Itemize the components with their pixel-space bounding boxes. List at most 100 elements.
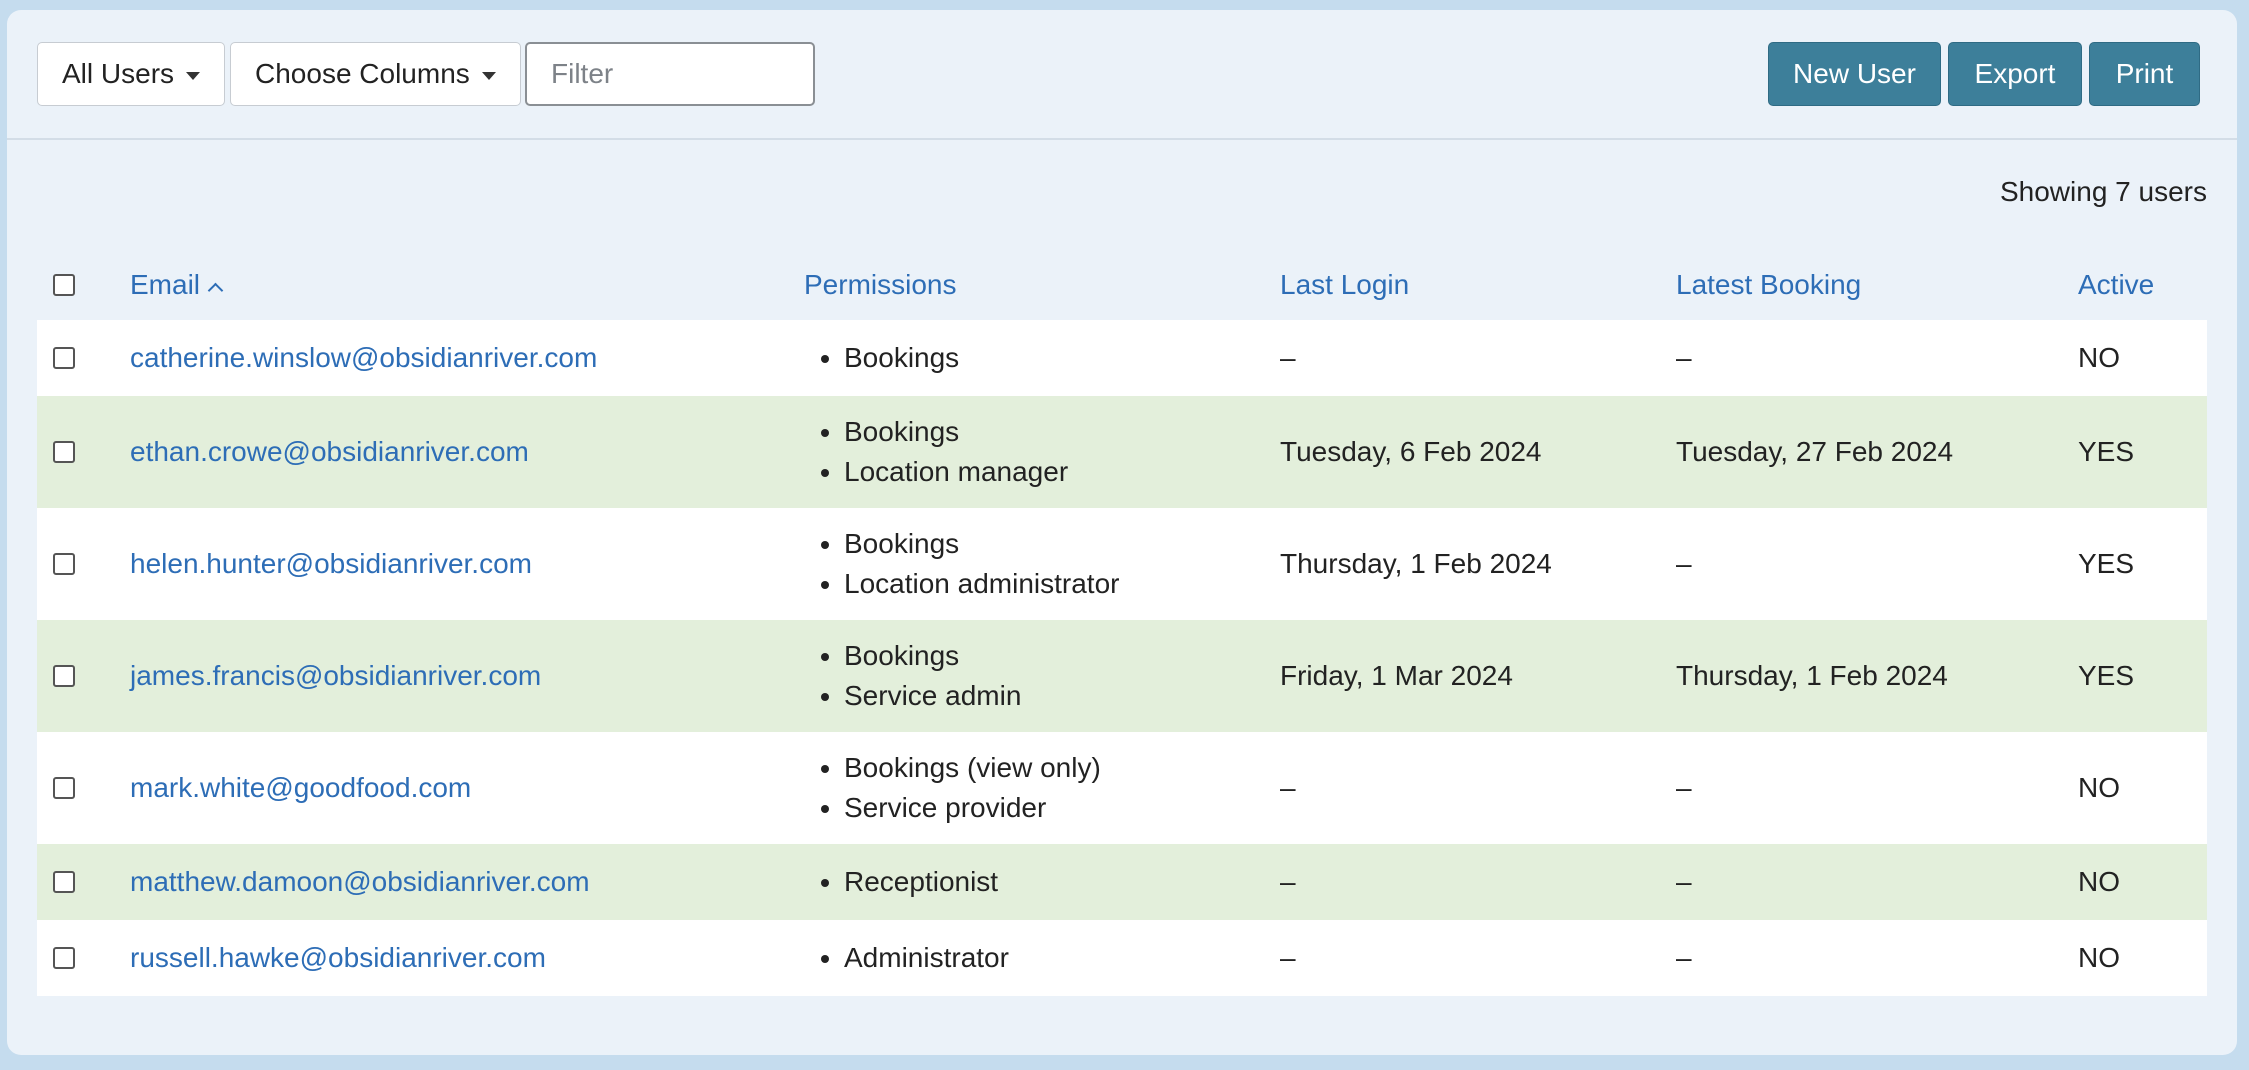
permissions-list: Bookings	[804, 338, 1280, 378]
select-all-checkbox[interactable]	[53, 274, 75, 296]
export-button[interactable]: Export	[1948, 42, 2082, 106]
user-email-link[interactable]: james.francis@obsidianriver.com	[130, 660, 541, 691]
table-row: mark.white@goodfood.com Bookings (view on…	[37, 732, 2207, 844]
permissions-cell: Receptionist	[804, 844, 1280, 920]
permissions-cell: Bookings (view only)Service provider	[804, 732, 1280, 844]
permission-item: Receptionist	[844, 862, 1280, 902]
column-latest-booking[interactable]: Latest Booking	[1676, 250, 2078, 320]
user-email-link[interactable]: catherine.winslow@obsidianriver.com	[130, 342, 597, 373]
caret-down-icon	[186, 72, 201, 80]
user-email-link[interactable]: mark.white@goodfood.com	[130, 772, 471, 803]
permissions-cell: Bookings	[804, 320, 1280, 396]
row-checkbox[interactable]	[53, 441, 75, 463]
users-table-body: catherine.winslow@obsidianriver.com Booki…	[37, 320, 2207, 996]
row-select-cell	[37, 508, 130, 620]
permissions-list: Receptionist	[804, 862, 1280, 902]
permission-item: Bookings	[844, 338, 1280, 378]
email-cell: james.francis@obsidianriver.com	[130, 620, 804, 732]
latest-booking-cell: Thursday, 1 Feb 2024	[1676, 660, 1948, 691]
table-header-row: Email Permissions Last Login Latest Book…	[37, 250, 2207, 320]
row-checkbox[interactable]	[53, 777, 75, 799]
column-email[interactable]: Email	[130, 250, 804, 320]
choose-columns-dropdown[interactable]: Choose Columns	[230, 42, 521, 106]
filter-input[interactable]	[525, 42, 815, 106]
user-email-link[interactable]: ethan.crowe@obsidianriver.com	[130, 436, 529, 467]
permissions-list: Bookings (view only)Service provider	[804, 748, 1280, 828]
table-row: matthew.damoon@obsidianriver.com Receptio…	[37, 844, 2207, 920]
select-all-cell	[37, 250, 130, 320]
email-cell: catherine.winslow@obsidianriver.com	[130, 320, 804, 396]
last-login-cell: Thursday, 1 Feb 2024	[1280, 548, 1552, 579]
active-cell: NO	[2078, 942, 2120, 973]
active-cell: YES	[2078, 548, 2135, 579]
latest-booking-cell: –	[1676, 866, 1692, 897]
last-login-cell: –	[1280, 772, 1296, 803]
row-checkbox[interactable]	[53, 553, 75, 575]
table-row: catherine.winslow@obsidianriver.com Booki…	[37, 320, 2207, 396]
active-cell: NO	[2078, 866, 2120, 897]
row-select-cell	[37, 920, 130, 996]
last-login-cell: Friday, 1 Mar 2024	[1280, 660, 1513, 691]
permissions-cell: BookingsLocation manager	[804, 396, 1280, 508]
caret-down-icon	[481, 72, 496, 80]
last-login-cell: –	[1280, 866, 1296, 897]
user-email-link[interactable]: helen.hunter@obsidianriver.com	[130, 548, 532, 579]
user-email-link[interactable]: russell.hawke@obsidianriver.com	[130, 942, 546, 973]
permissions-cell: BookingsService admin	[804, 620, 1280, 732]
table-row: ethan.crowe@obsidianriver.com BookingsLoc…	[37, 396, 2207, 508]
row-select-cell	[37, 620, 130, 732]
column-last-login[interactable]: Last Login	[1280, 250, 1676, 320]
permission-item: Service admin	[844, 676, 1280, 716]
permission-item: Bookings (view only)	[844, 748, 1280, 788]
permission-item: Bookings	[844, 636, 1280, 676]
active-cell: YES	[2078, 436, 2135, 467]
email-cell: helen.hunter@obsidianriver.com	[130, 508, 804, 620]
email-cell: russell.hawke@obsidianriver.com	[130, 920, 804, 996]
row-checkbox[interactable]	[53, 947, 75, 969]
permissions-cell: BookingsLocation administrator	[804, 508, 1280, 620]
permission-item: Bookings	[844, 524, 1280, 564]
active-cell: NO	[2078, 342, 2120, 373]
column-permissions[interactable]: Permissions	[804, 250, 1280, 320]
all-users-dropdown[interactable]: All Users	[37, 42, 226, 106]
toolbar: All Users Choose Columns New User Export…	[7, 10, 2237, 140]
user-count: Showing 7 users	[1999, 176, 2207, 207]
latest-booking-cell: –	[1676, 342, 1692, 373]
column-email-label: Email	[130, 269, 201, 300]
permission-item: Location manager	[844, 452, 1280, 492]
new-user-button[interactable]: New User	[1768, 42, 1941, 106]
row-select-cell	[37, 732, 130, 844]
all-users-label: All Users	[62, 58, 175, 89]
table-row: russell.hawke@obsidianriver.com Administr…	[37, 920, 2207, 996]
latest-booking-cell: Tuesday, 27 Feb 2024	[1676, 436, 1954, 467]
permission-item: Service provider	[844, 788, 1280, 828]
last-login-cell: Tuesday, 6 Feb 2024	[1280, 436, 1542, 467]
row-select-cell	[37, 844, 130, 920]
table-row: helen.hunter@obsidianriver.com BookingsLo…	[37, 508, 2207, 620]
row-checkbox[interactable]	[53, 347, 75, 369]
last-login-cell: –	[1280, 942, 1296, 973]
permissions-list: BookingsLocation manager	[804, 412, 1280, 492]
permission-item: Bookings	[844, 412, 1280, 452]
permissions-list: BookingsService admin	[804, 636, 1280, 716]
email-cell: matthew.damoon@obsidianriver.com	[130, 844, 804, 920]
permissions-list: BookingsLocation administrator	[804, 524, 1280, 604]
user-email-link[interactable]: matthew.damoon@obsidianriver.com	[130, 866, 590, 897]
row-checkbox[interactable]	[53, 871, 75, 893]
latest-booking-cell: –	[1676, 772, 1692, 803]
column-active[interactable]: Active	[2078, 250, 2207, 320]
last-login-cell: –	[1280, 342, 1296, 373]
print-button[interactable]: Print	[2089, 42, 2200, 106]
permission-item: Location administrator	[844, 564, 1280, 604]
permissions-cell: Administrator	[804, 920, 1280, 996]
users-table: Email Permissions Last Login Latest Book…	[37, 250, 2207, 996]
sort-ascending-icon	[207, 282, 224, 299]
email-cell: ethan.crowe@obsidianriver.com	[130, 396, 804, 508]
users-panel: All Users Choose Columns New User Export…	[7, 10, 2237, 1055]
choose-columns-label: Choose Columns	[255, 58, 470, 89]
latest-booking-cell: –	[1676, 942, 1692, 973]
active-cell: NO	[2078, 772, 2120, 803]
permission-item: Administrator	[844, 938, 1280, 978]
row-checkbox[interactable]	[53, 665, 75, 687]
latest-booking-cell: –	[1676, 548, 1692, 579]
